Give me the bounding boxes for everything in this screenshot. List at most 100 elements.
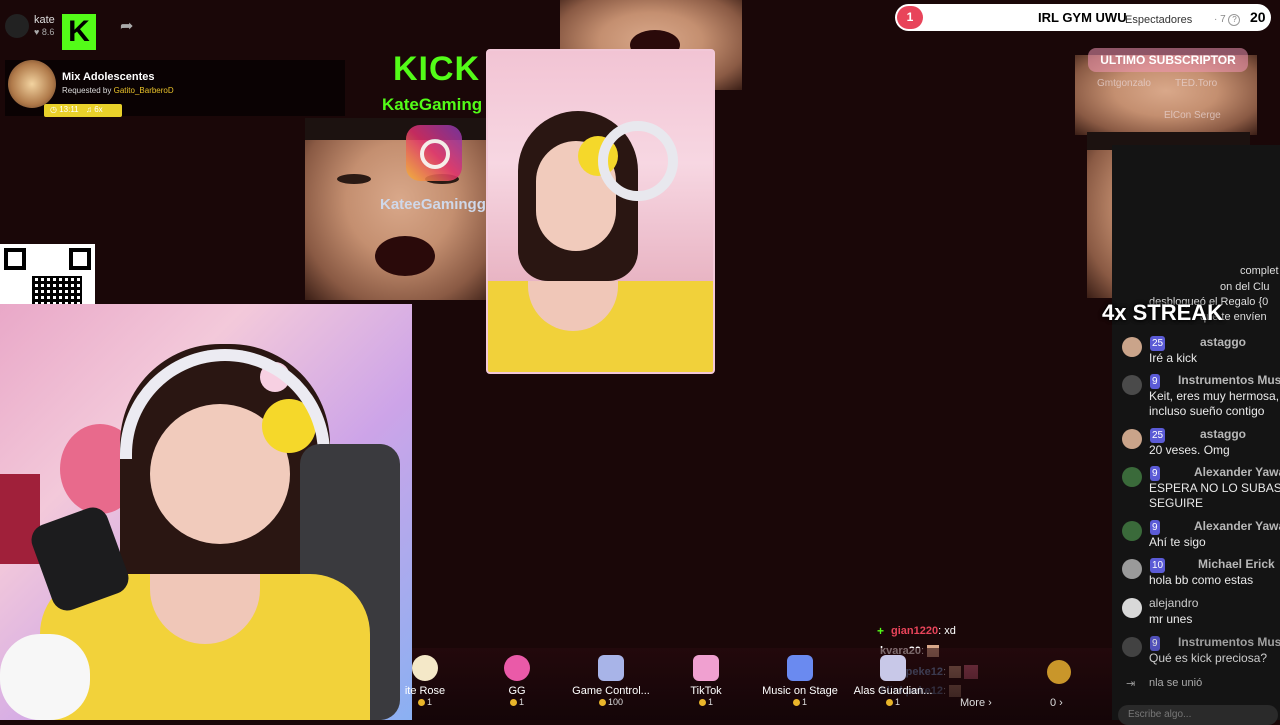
wings-icon bbox=[880, 655, 906, 681]
tiktok-icon bbox=[693, 655, 719, 681]
chat-badge: 9 bbox=[1150, 520, 1160, 535]
instagram-icon bbox=[406, 125, 462, 181]
gift-label: Alas Guardian... bbox=[853, 685, 933, 697]
subscriber-name-3: ElCon Serge bbox=[1164, 110, 1221, 121]
chat-username[interactable]: astaggo bbox=[1200, 335, 1246, 350]
chat-avatar[interactable] bbox=[1122, 559, 1142, 579]
viewer-count-value: 8.6 bbox=[41, 27, 55, 37]
chat-text: hola bb como estas bbox=[1149, 573, 1254, 587]
chat-input[interactable]: Escribe algo... bbox=[1118, 705, 1278, 725]
help-icon[interactable]: ? bbox=[1228, 14, 1241, 26]
kick-chat-line: gian1220: xd bbox=[891, 625, 956, 637]
kick-chat-plus-icon: + bbox=[877, 624, 885, 638]
chat-joined: nla se unió bbox=[1149, 677, 1203, 689]
main-camera bbox=[0, 304, 412, 720]
gift-cost-value: 1 bbox=[801, 697, 807, 707]
chat-username[interactable]: astaggo bbox=[1200, 427, 1246, 442]
gift-cost: 1 bbox=[472, 697, 562, 707]
chat-text: ESPERA NO LO SUBAS F bbox=[1149, 481, 1280, 495]
gift-label: ite Rose bbox=[404, 685, 446, 697]
gift-label: Music on Stage bbox=[762, 685, 838, 697]
chat-badge: 25 bbox=[1150, 428, 1166, 443]
chat-message: 9 Alexander Yawa ESPERA NO LO SUBAS F SE… bbox=[1120, 465, 1280, 511]
music-requested-by: Gatito_BarberoD bbox=[113, 86, 174, 95]
chat-avatar[interactable] bbox=[1122, 598, 1142, 618]
chat-text: 20 veses. Omg bbox=[1149, 443, 1230, 457]
chat-badge: 9 bbox=[1150, 466, 1160, 481]
chat-badge: 10 bbox=[1150, 558, 1166, 573]
gift-cost-value: 100 bbox=[607, 697, 624, 707]
gift-gg[interactable]: GG 1 bbox=[472, 655, 562, 707]
kick-chat-name: gian1220 bbox=[891, 625, 939, 637]
gift-cost: 100 bbox=[566, 697, 656, 707]
gift-tiktok[interactable]: TikTok 1 bbox=[661, 655, 751, 707]
chat-partial-1: complet bbox=[1240, 265, 1279, 277]
chat-username[interactable]: alejandro bbox=[1149, 596, 1198, 611]
goal-count: 20 bbox=[1250, 9, 1266, 25]
chat-text-line2: incluso sueño contigo bbox=[1149, 404, 1265, 418]
gift-cost: 1 bbox=[755, 697, 845, 707]
chat-avatar[interactable] bbox=[1122, 467, 1142, 487]
streak-label: 4x STREAK bbox=[1102, 300, 1224, 325]
goal-number: 1 bbox=[897, 6, 923, 29]
gift-cost: 1 bbox=[380, 697, 470, 707]
chat-username[interactable]: Alexander Yawa bbox=[1194, 519, 1280, 534]
gift-cost-value: 1 bbox=[707, 697, 713, 707]
chat-message: 25 astaggo 20 veses. Omg bbox=[1120, 427, 1280, 457]
chat-badge: 25 bbox=[1150, 336, 1166, 351]
gift-cost-value: 1 bbox=[426, 697, 432, 707]
chat-avatar[interactable] bbox=[1122, 429, 1142, 449]
music-requested-prefix: Requested by bbox=[62, 86, 112, 95]
share-icon[interactable]: ➦ bbox=[120, 16, 133, 36]
chat-avatar[interactable] bbox=[1122, 375, 1142, 395]
chat-text: mr unes bbox=[1149, 612, 1193, 626]
chat-message: 9 Instrumentos Music Keit, eres muy herm… bbox=[1120, 373, 1280, 419]
chat-message: alejandro mr unes bbox=[1120, 596, 1280, 626]
streamer-avatar[interactable] bbox=[5, 14, 29, 38]
music-requested: Requested by Gatito_BarberoD bbox=[62, 86, 174, 95]
chat-text: Ahí te sigo bbox=[1149, 535, 1206, 549]
gift-cost: 1 bbox=[661, 697, 751, 707]
kick-handle: KateGaming bbox=[382, 95, 483, 114]
gg-icon bbox=[504, 655, 530, 681]
chat-username[interactable]: Instrumentos Music bbox=[1178, 373, 1280, 388]
chat-text-line2: SEGUIRE bbox=[1149, 496, 1204, 510]
chat-username[interactable]: Michael Erick bbox=[1198, 557, 1275, 572]
chat-username[interactable]: Instrumentos Music bbox=[1178, 635, 1280, 650]
goal-label: IRL GYM UWU bbox=[1038, 10, 1127, 25]
rose-icon bbox=[412, 655, 438, 681]
viewers-count-value: 7 bbox=[1220, 14, 1226, 25]
streamer-name: kate bbox=[34, 14, 55, 26]
viewers-label: Espectadores bbox=[1125, 14, 1193, 26]
chat-username[interactable]: Alexander Yawa bbox=[1194, 465, 1280, 480]
gift-game-controller[interactable]: Game Control... 100 bbox=[566, 655, 656, 707]
gift-music-on-stage[interactable]: Music on Stage 1 bbox=[755, 655, 845, 707]
music-time-value: 13:11 bbox=[59, 105, 79, 114]
chat-text: Qué es kick preciosa? bbox=[1149, 651, 1268, 665]
chat-avatar[interactable] bbox=[1122, 521, 1142, 541]
chat-message: 25 astaggo Iré a kick bbox=[1120, 335, 1280, 365]
chat-message: 9 Alexander Yawa Ahí te sigo bbox=[1120, 519, 1280, 549]
chat-avatar[interactable] bbox=[1122, 637, 1142, 657]
kick-app-icon-letter: K bbox=[68, 15, 90, 48]
music-title: Mix Adolescentes bbox=[62, 71, 155, 83]
chat-message: 10 Michael Erick hola bb como estas bbox=[1120, 557, 1280, 587]
more-gifts-button[interactable]: More › bbox=[960, 697, 992, 709]
gift-cost-value: 1 bbox=[518, 697, 524, 707]
chat-message: 9 Instrumentos Music Qué es kick precios… bbox=[1120, 635, 1280, 665]
chat-avatar[interactable] bbox=[1122, 337, 1142, 357]
music-count-value: 6x bbox=[94, 105, 103, 114]
viewer-count: ♥ 8.6 bbox=[34, 27, 55, 37]
gift-rose[interactable]: ite Rose 1 bbox=[380, 655, 470, 707]
chat-text: Keit, eres muy hermosa, bbox=[1149, 389, 1280, 403]
music-album-art bbox=[8, 60, 56, 108]
chat-text: Iré a kick bbox=[1149, 351, 1198, 365]
coin-balance[interactable]: 0 › bbox=[1050, 697, 1063, 709]
kick-chat-text: : xd bbox=[938, 625, 956, 637]
music-time: ◷ 13:11 bbox=[50, 105, 79, 114]
chat-partial-2: on del Clu bbox=[1220, 281, 1270, 293]
coin-balance-icon[interactable] bbox=[1047, 660, 1071, 684]
kick-logo-text: KICK bbox=[393, 50, 481, 88]
gift-alas-guardian[interactable]: Alas Guardian... 1 bbox=[848, 655, 938, 707]
gift-label: TikTok bbox=[690, 685, 722, 697]
